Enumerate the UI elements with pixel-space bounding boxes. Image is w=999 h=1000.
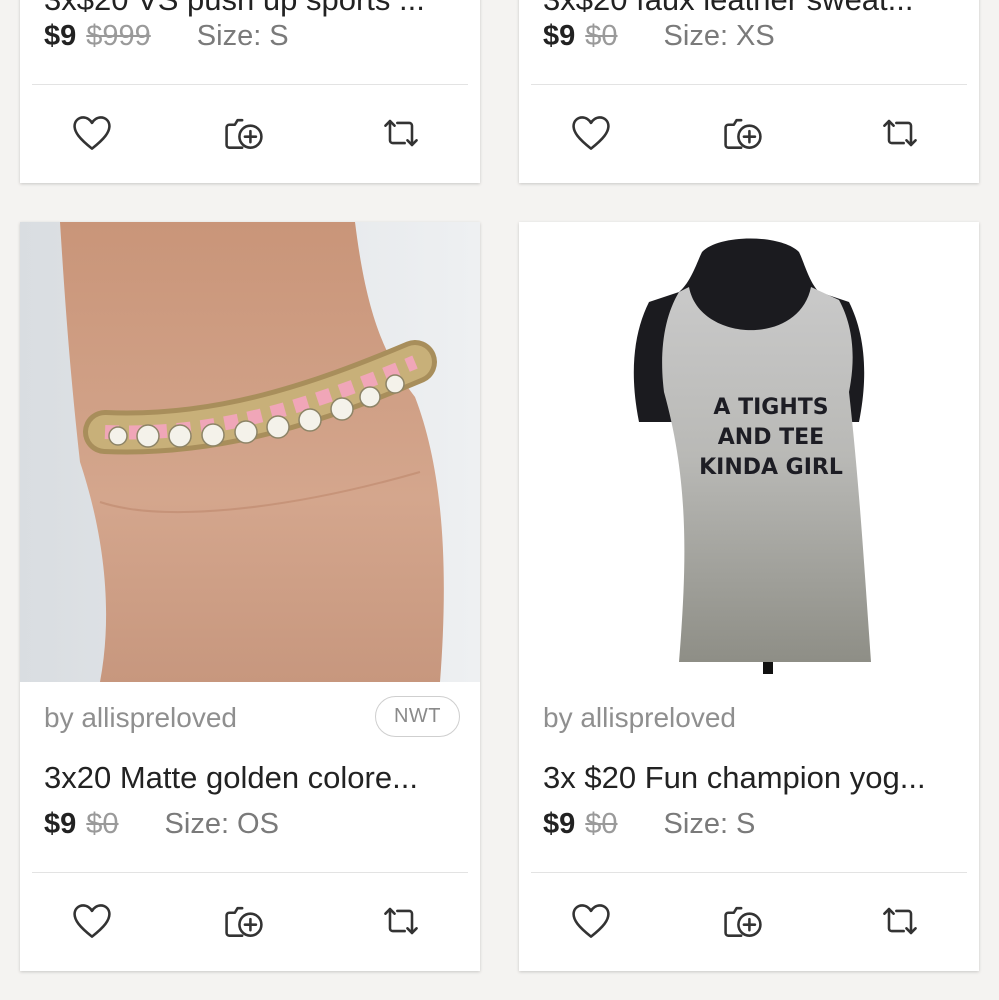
- share-button[interactable]: [377, 897, 425, 945]
- shirt-print-line-1: A TIGHTS: [713, 395, 828, 420]
- price-row: $9 $0 Size: OS: [44, 808, 460, 841]
- shirt-print-line-3: KINDA GIRL: [699, 455, 843, 480]
- nwt-badge: NWT: [374, 696, 460, 737]
- listing-card[interactable]: 3x$20 VS push up sports ... $9 $999 Size…: [20, 0, 480, 183]
- listing-size: Size: XS: [663, 20, 775, 52]
- listing-size: Size: OS: [164, 808, 279, 840]
- share-button[interactable]: [876, 109, 924, 157]
- listing-photo[interactable]: A TIGHTS AND TEE KINDA GIRL: [519, 222, 979, 682]
- action-bar: [519, 85, 979, 181]
- listing-size: Size: S: [663, 808, 756, 840]
- add-to-bundle-button[interactable]: [220, 109, 268, 157]
- tank-top-photo: A TIGHTS AND TEE KINDA GIRL: [519, 222, 979, 682]
- seller-row: by allispreloved NWT: [44, 696, 460, 740]
- add-to-bundle-icon: [724, 118, 762, 149]
- share-icon: [883, 907, 917, 935]
- action-bar: [20, 85, 480, 181]
- heart-icon: [572, 116, 610, 150]
- shirt-print-line-2: AND TEE: [718, 425, 824, 450]
- original-price: $0: [585, 20, 618, 52]
- listing-price: $9: [543, 808, 576, 840]
- listing-title[interactable]: 3x20 Matte golden colore...: [44, 760, 460, 796]
- bracelet-photo: [20, 222, 480, 682]
- share-button[interactable]: [876, 897, 924, 945]
- share-icon: [384, 119, 418, 147]
- like-button[interactable]: [567, 109, 615, 157]
- like-button[interactable]: [567, 897, 615, 945]
- add-to-bundle-button[interactable]: [719, 109, 767, 157]
- share-button[interactable]: [377, 109, 425, 157]
- seller-name[interactable]: by allispreloved: [543, 702, 736, 734]
- like-button[interactable]: [68, 109, 116, 157]
- original-price: $999: [86, 20, 151, 52]
- like-button[interactable]: [68, 897, 116, 945]
- heart-icon: [73, 904, 111, 938]
- action-bar: [20, 873, 480, 969]
- listing-card[interactable]: 3x$20 faux leather sweat... $9 $0 Size: …: [519, 0, 979, 183]
- listing-title[interactable]: 3x $20 Fun champion yog...: [543, 760, 959, 796]
- listing-card[interactable]: by allispreloved NWT 3x20 Matte golden c…: [20, 222, 480, 971]
- heart-icon: [572, 904, 610, 938]
- listing-title[interactable]: 3x$20 faux leather sweat...: [543, 0, 959, 18]
- action-bar: [519, 873, 979, 969]
- price-row: $9 $0 Size: XS: [543, 20, 959, 53]
- price-row: $9 $0 Size: S: [543, 808, 959, 841]
- listing-price: $9: [44, 808, 77, 840]
- share-icon: [384, 907, 418, 935]
- listing-size: Size: S: [196, 20, 289, 52]
- add-to-bundle-button[interactable]: [220, 897, 268, 945]
- original-price: $0: [86, 808, 119, 840]
- heart-icon: [73, 116, 111, 150]
- seller-row: by allispreloved: [543, 696, 959, 740]
- seller-name[interactable]: by allispreloved: [44, 702, 237, 734]
- listing-title[interactable]: 3x$20 VS push up sports ...: [44, 0, 460, 18]
- listing-price: $9: [543, 20, 576, 52]
- listing-price: $9: [44, 20, 77, 52]
- listing-card[interactable]: A TIGHTS AND TEE KINDA GIRL by allisprel…: [519, 222, 979, 971]
- price-row: $9 $999 Size: S: [44, 20, 460, 53]
- listing-photo[interactable]: [20, 222, 480, 682]
- add-to-bundle-icon: [724, 906, 762, 937]
- add-to-bundle-icon: [225, 906, 263, 937]
- add-to-bundle-button[interactable]: [719, 897, 767, 945]
- original-price: $0: [585, 808, 618, 840]
- add-to-bundle-icon: [225, 118, 263, 149]
- share-icon: [883, 119, 917, 147]
